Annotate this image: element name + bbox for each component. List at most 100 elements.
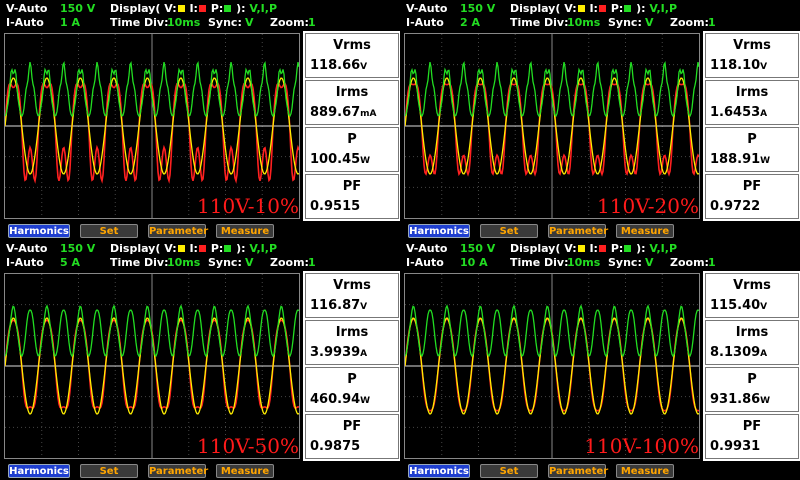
power-label: P [347, 132, 357, 147]
power-unit: W [360, 156, 371, 166]
parameter-button[interactable]: Parameter [548, 224, 608, 238]
irms-reading: 3.9939A [310, 345, 367, 360]
power-label: P [347, 372, 357, 387]
vrms-value: 115.40 [710, 298, 761, 313]
power-unit: W [360, 396, 371, 406]
display-p-label: P: [610, 242, 624, 255]
vrms-cell: Vrms 116.87V [305, 273, 399, 318]
measure-button[interactable]: Measure [216, 464, 274, 478]
display-settings[interactable]: Display( V: I: P: ): V,I,P [510, 2, 677, 15]
measure-button[interactable]: Measure [216, 224, 274, 238]
power-color-swatch [224, 5, 232, 12]
pf-value: 0.9722 [710, 199, 761, 214]
i-range-value[interactable]: 5 A [60, 256, 80, 269]
i-range-value[interactable]: 2 A [460, 16, 480, 29]
pf-label: PF [742, 179, 762, 194]
v-range-value[interactable]: 150 V [60, 2, 95, 15]
irms-reading: 1.6453A [710, 105, 767, 120]
vrms-label: Vrms [333, 38, 371, 53]
power-value: 188.91 [710, 152, 761, 167]
power-label: P [747, 372, 757, 387]
analyzer-panel-4: V-Auto 150 V I-Auto 10 A Display( V: I: … [400, 240, 800, 480]
sync-value[interactable]: V [645, 256, 654, 269]
zoom-value[interactable]: 1 [708, 16, 716, 29]
i-range-label: I-Auto [406, 16, 444, 29]
power-cell: P 100.45W [305, 127, 399, 172]
display-i-label: I: [189, 242, 198, 255]
voltage-color-swatch [177, 245, 185, 252]
irms-value: 1.6453 [710, 105, 761, 120]
display-close: ): [636, 2, 646, 15]
sync-value[interactable]: V [245, 256, 254, 269]
set-button[interactable]: Set [80, 224, 138, 238]
harmonics-button[interactable]: Harmonics [408, 464, 470, 478]
vrms-reading: 118.66V [310, 58, 367, 73]
parameter-button[interactable]: Parameter [148, 464, 208, 478]
sync-value[interactable]: V [245, 16, 254, 29]
time-div-value[interactable]: 10ms [167, 16, 200, 29]
sync-label: Sync: [208, 256, 242, 269]
display-settings[interactable]: Display( V: I: P: ): V,I,P [510, 242, 677, 255]
measurement-panel: Vrms 118.10V Irms 1.6453A P 188.91W PF 0… [703, 31, 800, 221]
measure-button[interactable]: Measure [616, 464, 674, 478]
harmonics-button[interactable]: Harmonics [408, 224, 470, 238]
test-condition-caption: 110V-100% [584, 434, 699, 458]
irms-value: 8.1309 [710, 345, 761, 360]
display-p-label: P: [210, 242, 224, 255]
softkey-bar: Harmonics Set Parameter Measure [0, 462, 400, 480]
time-div-value[interactable]: 10ms [167, 256, 200, 269]
display-settings[interactable]: Display( V: I: P: ): V,I,P [110, 2, 277, 15]
waveform-graph [5, 34, 299, 218]
time-div-value[interactable]: 10ms [567, 16, 600, 29]
set-button[interactable]: Set [80, 464, 138, 478]
power-color-swatch [224, 245, 232, 252]
display-p-label: P: [210, 2, 224, 15]
v-range-value[interactable]: 150 V [460, 242, 495, 255]
zoom-value[interactable]: 1 [708, 256, 716, 269]
irms-cell: Irms 8.1309A [705, 320, 799, 365]
parameter-button[interactable]: Parameter [148, 224, 208, 238]
i-range-value[interactable]: 1 A [60, 16, 80, 29]
harmonics-button[interactable]: Harmonics [8, 224, 70, 238]
measure-button[interactable]: Measure [616, 224, 674, 238]
voltage-color-swatch [177, 5, 185, 12]
vrms-cell: Vrms 118.10V [705, 33, 799, 78]
v-range-value[interactable]: 150 V [460, 2, 495, 15]
power-value: 100.45 [310, 152, 361, 167]
i-range-value[interactable]: 10 A [460, 256, 488, 269]
waveform-display: 110V-100% [404, 273, 700, 459]
power-color-swatch [624, 5, 632, 12]
time-div-value[interactable]: 10ms [567, 256, 600, 269]
power-unit: W [760, 156, 771, 166]
harmonics-button[interactable]: Harmonics [8, 464, 70, 478]
power-reading: 188.91W [710, 152, 770, 167]
pf-label: PF [342, 179, 362, 194]
irms-value: 3.9939 [310, 345, 361, 360]
pf-cell: PF 0.9875 [305, 414, 399, 459]
sync-label: Sync: [208, 16, 242, 29]
time-div-label: Time Div: [510, 16, 569, 29]
current-color-swatch [598, 245, 606, 252]
v-range-value[interactable]: 150 V [60, 242, 95, 255]
set-button[interactable]: Set [480, 224, 538, 238]
set-button[interactable]: Set [480, 464, 538, 478]
sync-value[interactable]: V [645, 16, 654, 29]
display-close: ): [236, 2, 246, 15]
power-value: 460.94 [310, 392, 361, 407]
current-color-swatch [198, 5, 206, 12]
display-settings[interactable]: Display( V: I: P: ): V,I,P [110, 242, 277, 255]
pf-label: PF [342, 419, 362, 434]
irms-unit: mA [360, 109, 377, 119]
display-close: ): [636, 242, 646, 255]
zoom-value[interactable]: 1 [308, 256, 316, 269]
zoom-value[interactable]: 1 [308, 16, 316, 29]
parameter-button[interactable]: Parameter [548, 464, 608, 478]
i-range-label: I-Auto [6, 256, 44, 269]
display-p-label: P: [610, 2, 624, 15]
test-condition-caption: 110V-10% [197, 194, 299, 218]
vrms-reading: 116.87V [310, 298, 367, 313]
pf-cell: PF 0.9931 [705, 414, 799, 459]
zoom-label: Zoom: [270, 16, 309, 29]
display-value: V,I,P [649, 242, 678, 255]
irms-cell: Irms 3.9939A [305, 320, 399, 365]
